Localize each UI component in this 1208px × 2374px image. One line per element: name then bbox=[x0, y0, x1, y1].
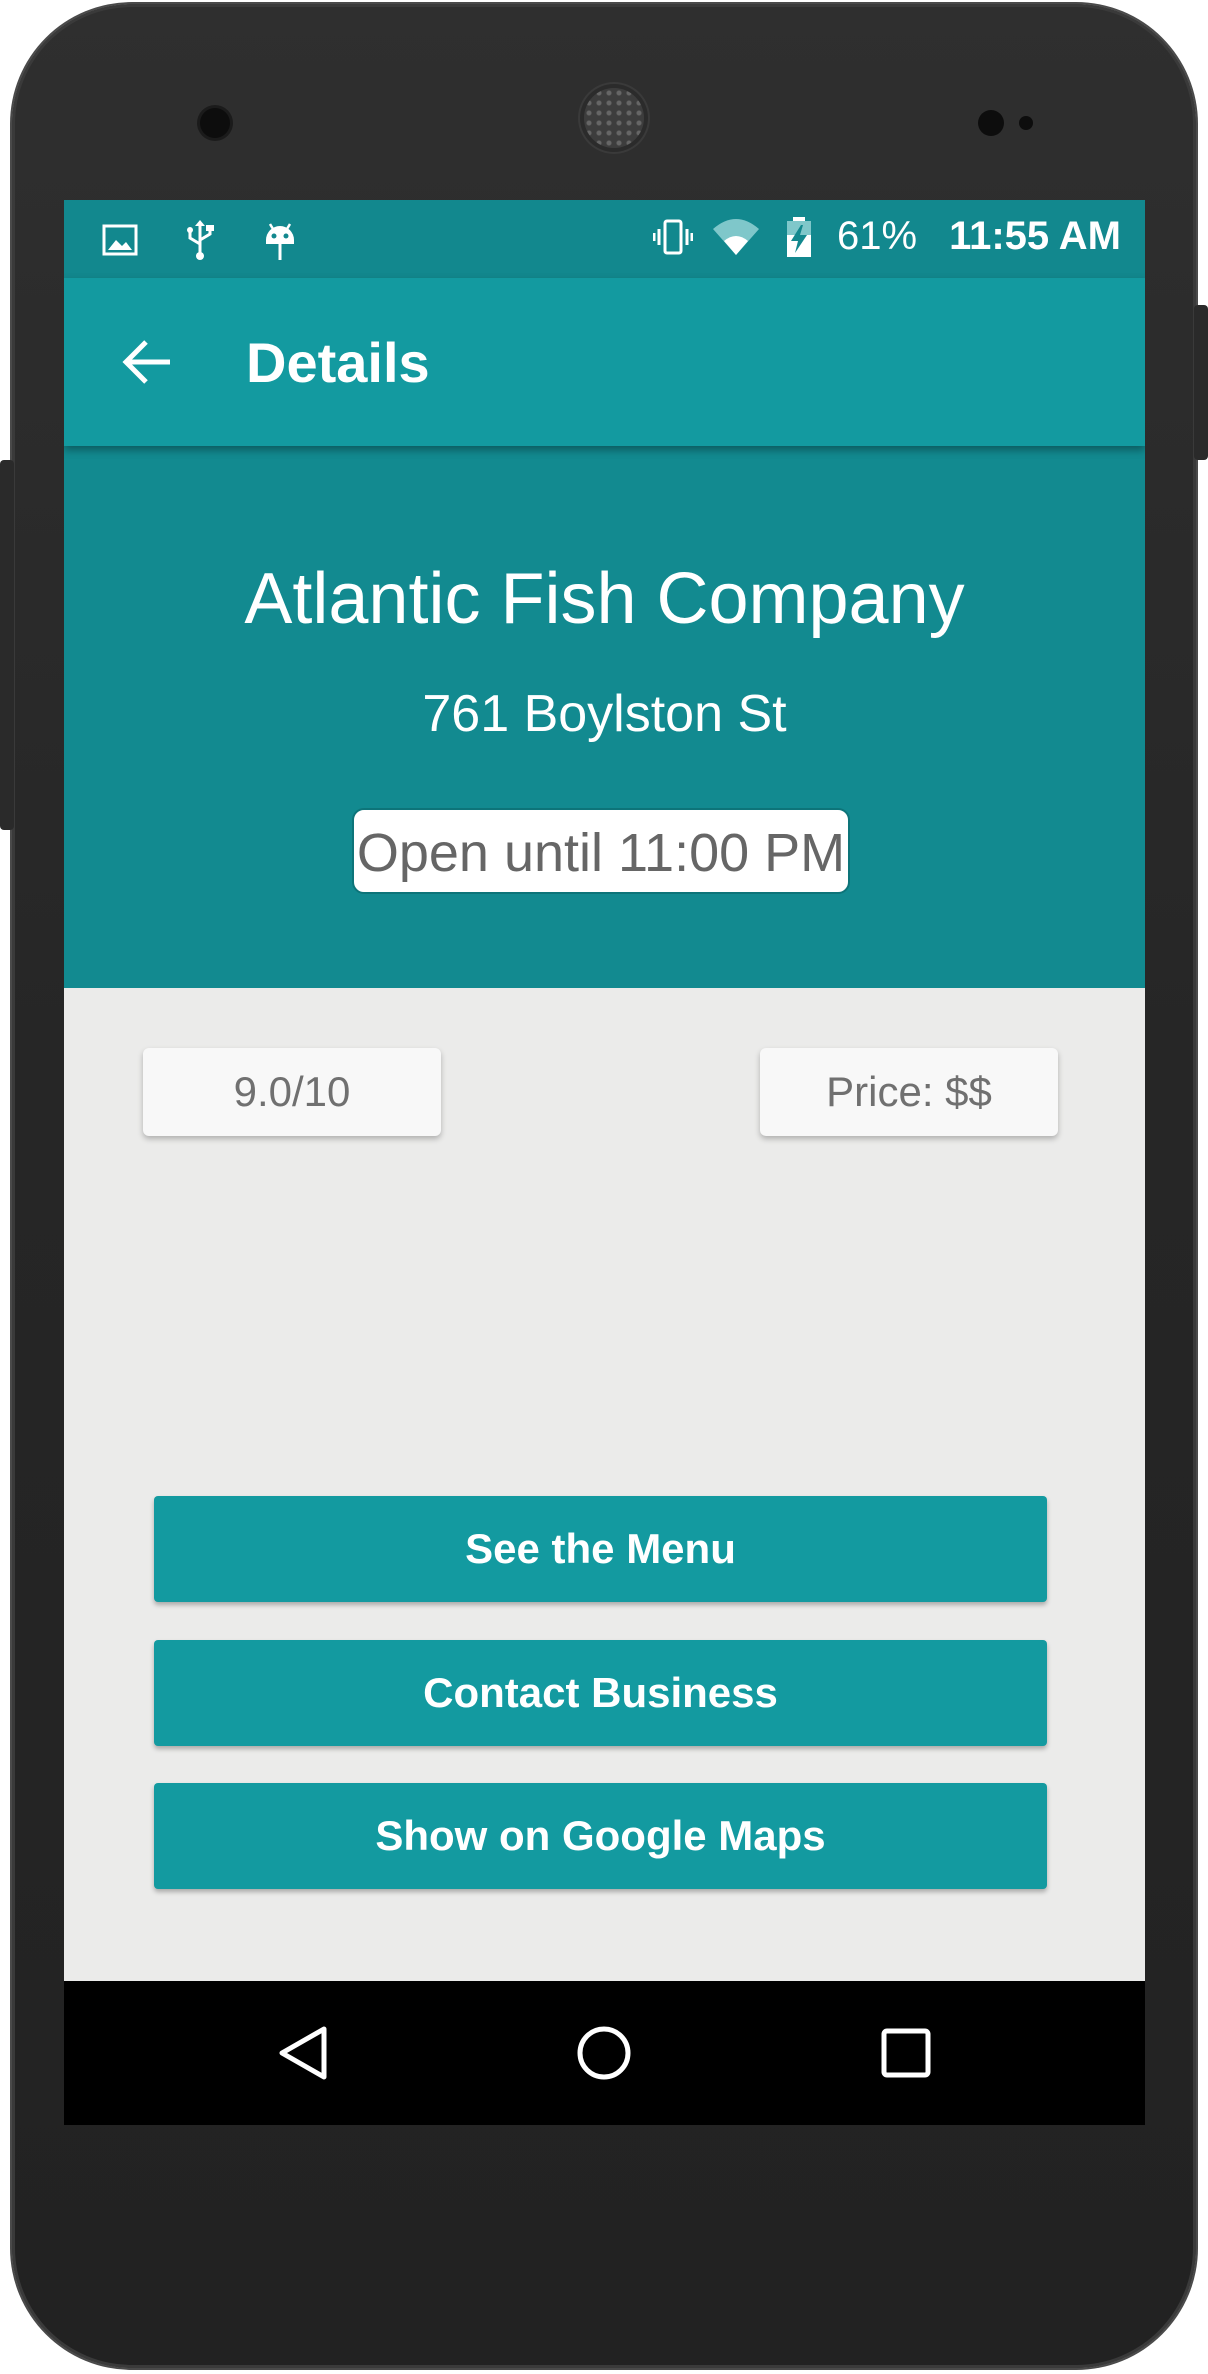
front-camera bbox=[200, 108, 230, 138]
android-icon bbox=[266, 223, 294, 260]
wifi-icon bbox=[713, 218, 759, 255]
back-arrow-icon[interactable] bbox=[120, 334, 176, 390]
contact-business-button[interactable]: Contact Business bbox=[154, 1640, 1047, 1746]
business-name: Atlantic Fish Company bbox=[244, 559, 965, 639]
earpiece-speaker bbox=[584, 88, 644, 148]
nav-recents-icon[interactable] bbox=[876, 2023, 936, 2083]
volume-rocker bbox=[0, 460, 14, 830]
battery-charging-icon bbox=[787, 216, 811, 257]
vibrate-icon bbox=[653, 219, 693, 254]
light-sensor bbox=[1019, 116, 1033, 130]
app-screen: 61% 11:55 AM Details Atlantic Fish Compa… bbox=[64, 200, 1145, 2125]
rating-chip: 9.0/10 bbox=[143, 1048, 441, 1136]
system-status: 61% 11:55 AM bbox=[653, 214, 1121, 259]
app-toolbar: Details bbox=[64, 278, 1145, 446]
power-button bbox=[1194, 305, 1208, 460]
see-menu-button[interactable]: See the Menu bbox=[154, 1496, 1047, 1602]
price-chip: Price: $$ bbox=[760, 1048, 1058, 1136]
nav-back-icon[interactable] bbox=[274, 2023, 334, 2083]
status-bar: 61% 11:55 AM bbox=[64, 200, 1145, 278]
show-on-maps-button[interactable]: Show on Google Maps bbox=[154, 1783, 1047, 1889]
clock: 11:55 AM bbox=[949, 214, 1121, 258]
navigation-bar bbox=[64, 1981, 1145, 2125]
hours-badge: Open until 11:00 PM bbox=[352, 808, 850, 894]
page-title: Details bbox=[246, 331, 430, 394]
proximity-sensor bbox=[978, 110, 1004, 136]
business-address: 761 Boylston St bbox=[422, 685, 787, 743]
business-header: Atlantic Fish Company 761 Boylston St Op… bbox=[64, 446, 1145, 988]
battery-percentage: 61% bbox=[837, 214, 918, 258]
usb-icon bbox=[187, 220, 214, 260]
notification-icons bbox=[100, 218, 300, 262]
nav-home-icon[interactable] bbox=[574, 2023, 634, 2083]
image-icon bbox=[102, 224, 138, 256]
